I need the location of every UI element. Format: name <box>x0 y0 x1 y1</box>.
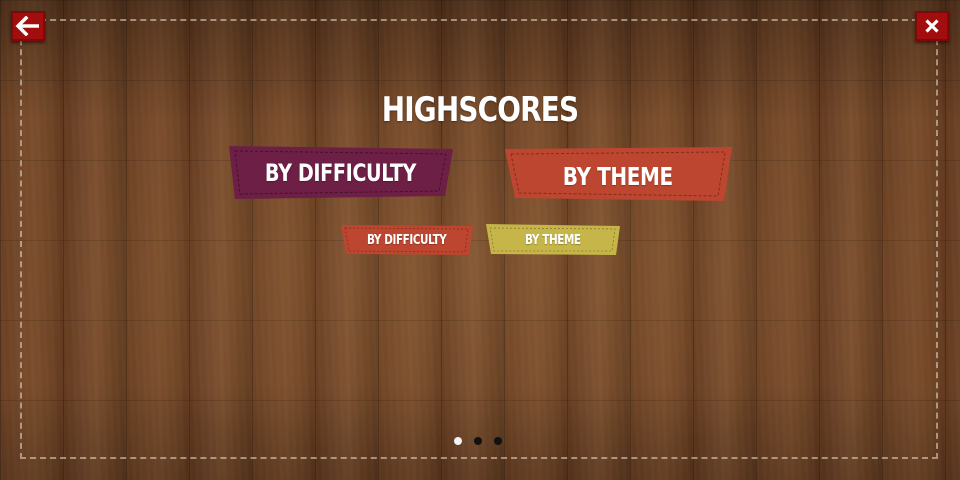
page-dot-2[interactable] <box>474 437 482 445</box>
tab-label: BY THEME <box>562 161 673 191</box>
page-dot-1[interactable] <box>454 437 462 445</box>
tab-label: BY DIFFICULTY <box>366 232 447 248</box>
wood-background <box>0 0 960 480</box>
back-button[interactable] <box>11 11 45 41</box>
tab-by-theme-small[interactable]: BY THEME <box>486 224 620 256</box>
tab-label: BY DIFFICULTY <box>264 158 416 187</box>
tab-label: BY THEME <box>525 232 581 248</box>
tab-by-theme-large[interactable]: BY THEME <box>504 146 732 202</box>
close-x-icon <box>925 19 939 33</box>
stitched-frame <box>20 19 938 459</box>
tab-by-difficulty-large[interactable]: BY DIFFICULTY <box>226 145 454 200</box>
close-button[interactable] <box>915 11 949 41</box>
tab-by-difficulty-small[interactable]: BY DIFFICULTY <box>340 224 473 256</box>
arrow-left-icon <box>15 16 39 36</box>
page-dot-3[interactable] <box>494 437 502 445</box>
page-title: HIGHSCORES <box>381 90 579 130</box>
page-indicator <box>454 437 502 447</box>
